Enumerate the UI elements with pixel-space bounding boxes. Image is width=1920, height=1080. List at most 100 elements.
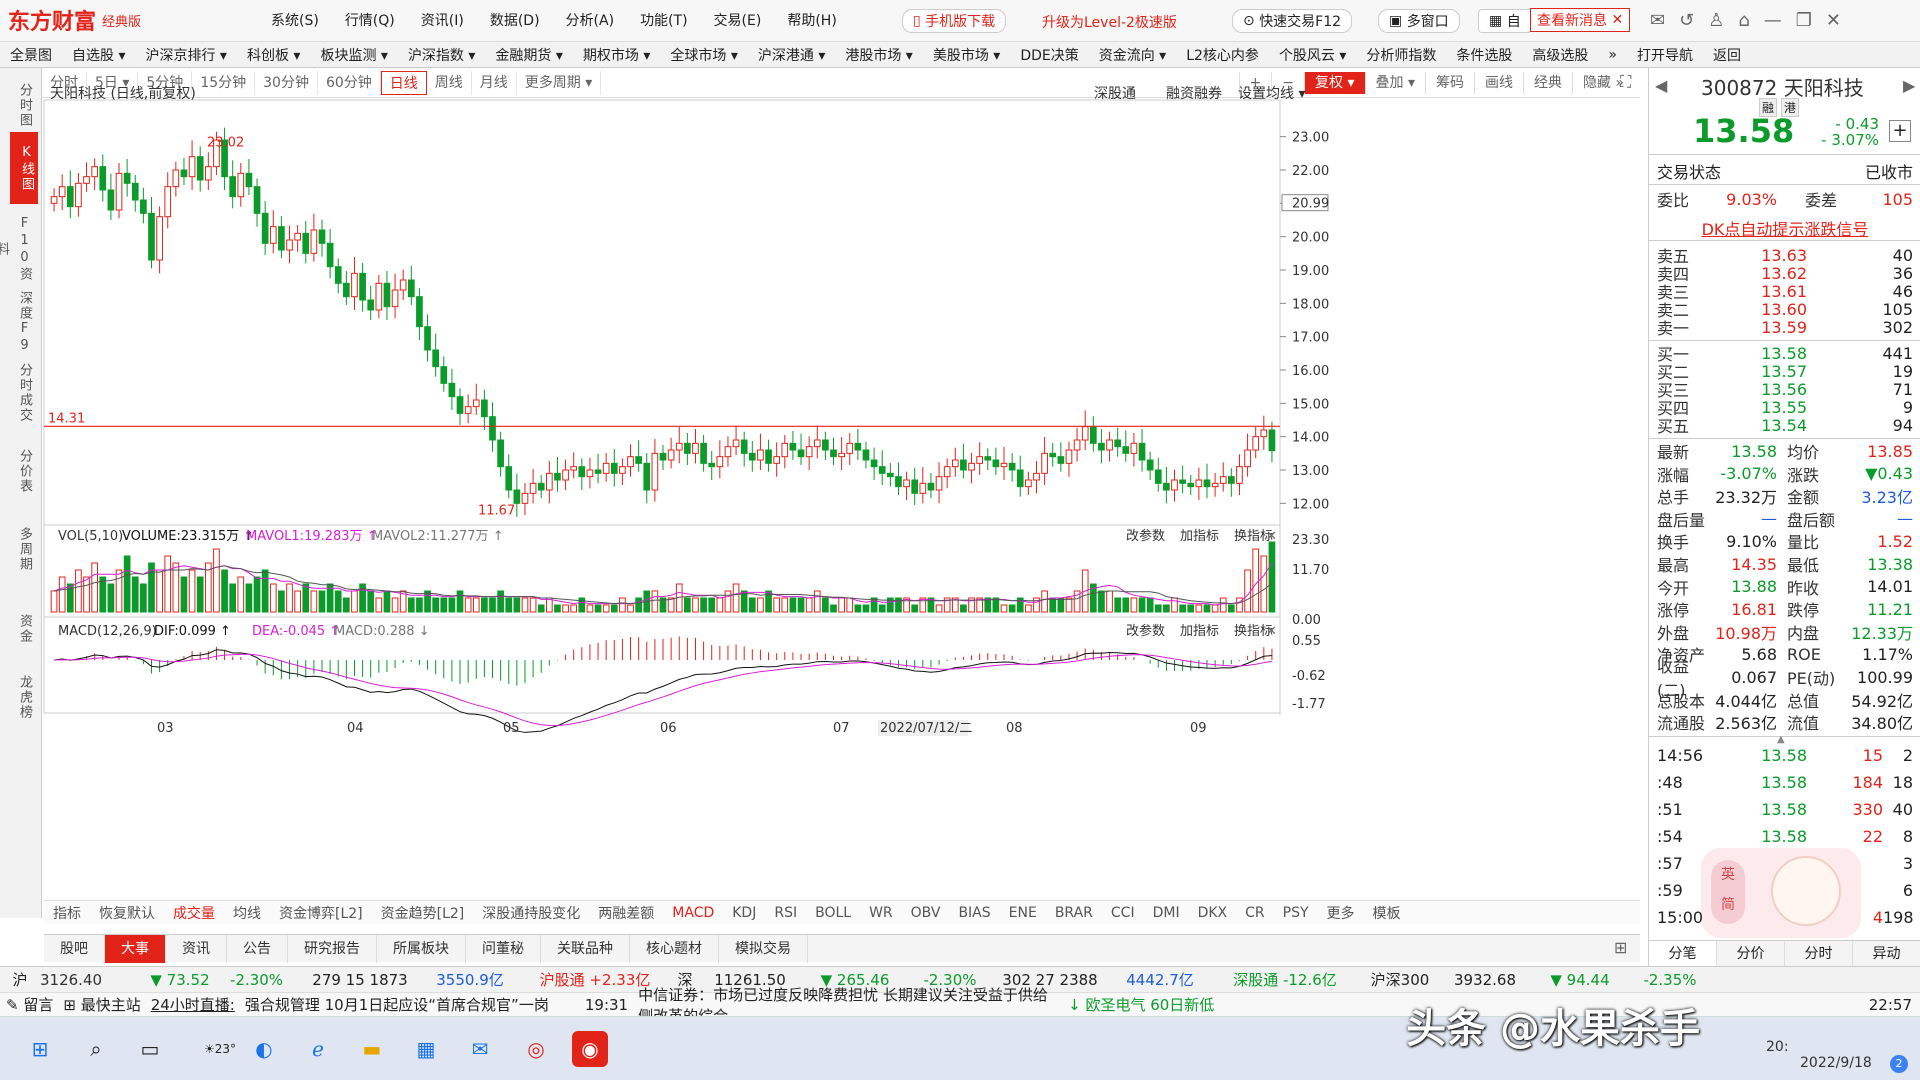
menu-item[interactable]: 交易(E) (701, 10, 775, 30)
period-tab[interactable]: 更多周期 ▾ (517, 70, 602, 95)
settings-icon[interactable]: ⌂ (1738, 10, 1749, 31)
chart-tool[interactable]: 经典 (1522, 72, 1572, 94)
nav-item[interactable]: 自选股 ▾ (62, 45, 135, 65)
upgrade-link[interactable]: 升级为Level-2极速版 (1042, 12, 1177, 32)
indicator-tab[interactable]: 均线 (224, 903, 270, 923)
nav-item[interactable]: DDE决策 (1010, 45, 1088, 65)
panel-close-icon[interactable]: ✕ (1266, 624, 1277, 639)
nav-item[interactable]: 期权市场 ▾ (573, 45, 660, 65)
menu-item[interactable]: 系统(S) (258, 10, 332, 30)
chart-tool[interactable]: 画线 (1473, 72, 1523, 94)
nav-item[interactable]: 条件选股 (1446, 45, 1522, 65)
nav-item[interactable]: 分析师指数 (1356, 45, 1446, 65)
chart-link[interactable]: 融资融券 (1166, 86, 1222, 102)
chart-link[interactable]: 深股通 (1094, 86, 1136, 102)
mobile-download-button[interactable]: ▯ 手机版下载 (902, 9, 1007, 33)
new-messages-button[interactable]: 查看新消息 ✕ (1530, 8, 1631, 32)
nav-item[interactable]: 金融期货 ▾ (485, 45, 572, 65)
indicator-tab[interactable]: PSY (1274, 905, 1318, 921)
chart-link[interactable]: 设置均线 ▾ (1238, 86, 1305, 102)
dk-signal-link[interactable]: DK点自动提示涨跌信号 (1649, 216, 1920, 240)
nav-item[interactable]: 资金流向 ▾ (1089, 45, 1176, 65)
left-tab[interactable]: 分价表 (6, 438, 36, 504)
search-icon[interactable]: ⌕ (78, 1031, 114, 1067)
left-tab[interactable]: 分时图 (6, 72, 36, 138)
indicator-tab[interactable]: BIAS (949, 905, 999, 921)
panel-link[interactable]: 加指标 (1180, 529, 1219, 544)
multi-window-button[interactable]: ▣ 多窗口 (1378, 9, 1460, 33)
ie-icon[interactable]: ℯ (300, 1031, 336, 1067)
nav-item[interactable]: 沪深京排行 ▾ (135, 45, 236, 65)
panel-toggle-icon[interactable]: ⊞ (1614, 938, 1627, 957)
bottom-tab[interactable]: 资讯 (166, 934, 227, 963)
bottom-tab[interactable]: 所属板块 (377, 934, 466, 963)
fast-trade-button[interactable]: ⊙ 快速交易F12 (1232, 9, 1353, 33)
bottom-tab[interactable]: 问董秘 (466, 934, 541, 963)
right-tab[interactable]: 异动 (1853, 941, 1920, 966)
bottom-tab[interactable]: 公告 (227, 934, 288, 963)
news-headline[interactable]: 强合规管理 10月1日起应设“首席合规官”一岗 (245, 994, 575, 1015)
left-tab[interactable]: F10资料 (0, 216, 36, 282)
panel-link[interactable]: 改参数 (1126, 623, 1165, 639)
left-tab[interactable]: 资金 (6, 596, 36, 662)
mail-app-icon[interactable]: ✉ (462, 1031, 498, 1067)
menu-item[interactable]: 行情(Q) (332, 10, 408, 30)
ask-row[interactable]: 卖一 13.59 302 (1657, 318, 1913, 339)
nav-item[interactable]: 沪深指数 ▾ (398, 45, 485, 65)
indicator-tab[interactable]: MACD (663, 905, 723, 921)
left-tab[interactable]: 分时成交 (6, 360, 36, 426)
indicator-tab[interactable]: 成交量 (164, 903, 224, 923)
kline-chart[interactable]: 天阳科技 (日线,前复权)23.0022.0021.0020.0019.0018… (43, 85, 1646, 900)
nav-item[interactable]: » (1598, 47, 1627, 63)
add-watchlist-icon[interactable]: + (1889, 120, 1911, 142)
close-window-icon[interactable]: ✕ (1826, 10, 1841, 31)
period-tab[interactable]: 30分钟 (255, 70, 318, 95)
menu-item[interactable]: 数据(D) (477, 10, 553, 30)
chart-tool[interactable]: 筹码 (1424, 72, 1474, 94)
panel-link[interactable]: 加指标 (1180, 624, 1219, 639)
bid-row[interactable]: 买五 13.54 94 (1657, 416, 1913, 437)
edge-icon[interactable]: ◐ (246, 1031, 282, 1067)
weather-icon[interactable]: ☀ 23° (190, 1031, 250, 1067)
task-view-icon[interactable]: ▭ (132, 1031, 168, 1067)
indicator-tab[interactable]: 资金趋势[L2] (372, 903, 474, 923)
indicator-tab[interactable]: ENE (1000, 905, 1046, 921)
indicator-tab[interactable]: CR (1236, 905, 1274, 921)
period-tab[interactable]: 60分钟 (318, 70, 381, 95)
next-stock-icon[interactable]: ▶ (1903, 76, 1915, 95)
bottom-tab[interactable]: 模拟交易 (719, 934, 808, 963)
restore-icon[interactable]: ❐ (1796, 10, 1812, 31)
nav-item[interactable]: 全球市场 ▾ (660, 45, 747, 65)
chart-tool[interactable]: 复权 ▾ (1304, 72, 1365, 94)
nav-item[interactable]: 个股风云 ▾ (1269, 45, 1356, 65)
left-tab[interactable]: 深度F9 (6, 290, 36, 356)
bottom-tab[interactable]: 研究报告 (288, 934, 377, 963)
chrome-icon[interactable]: ◎ (518, 1031, 554, 1067)
indicator-tab[interactable]: CCI (1102, 905, 1144, 921)
store-icon[interactable]: ▦ (408, 1031, 444, 1067)
period-tab[interactable]: 周线 (427, 70, 472, 95)
indicator-tab[interactable]: 恢复默认 (90, 903, 164, 923)
hs300-index[interactable]: 3932.68 (1440, 971, 1530, 989)
main-site-button[interactable]: ⊞ 最快主站 (63, 994, 140, 1015)
chart-tool[interactable]: 叠加 ▾ (1364, 72, 1425, 94)
indicator-tab[interactable]: RSI (765, 905, 806, 921)
self-select-button[interactable]: ▦ 自 (1478, 9, 1532, 33)
notification-badge[interactable]: 2 (1890, 1055, 1908, 1073)
left-tab[interactable]: 多周期 (6, 516, 36, 582)
nav-item[interactable]: 美股市场 ▾ (923, 45, 1010, 65)
right-tab[interactable]: 分笔 (1649, 941, 1717, 966)
indicator-tab[interactable]: WR (860, 905, 902, 921)
menu-item[interactable]: 分析(A) (553, 10, 628, 30)
indicator-tab[interactable]: KDJ (723, 905, 765, 921)
indicator-tab[interactable]: 资金博弈[L2] (270, 903, 372, 923)
indicator-tab[interactable]: OBV (902, 905, 950, 921)
menu-item[interactable]: 帮助(H) (774, 10, 849, 30)
indicator-tab[interactable]: 模板 (1364, 903, 1410, 923)
live-link[interactable]: 24小时直播: (151, 994, 235, 1015)
message-button[interactable]: ✎ 留言 (6, 994, 53, 1015)
panel-close-icon[interactable]: ✕ (1266, 529, 1277, 544)
sh-index[interactable]: 3126.40 (40, 971, 130, 989)
nav-item[interactable]: 返回 (1703, 45, 1751, 65)
stock-alert[interactable]: ↓ 欧圣电气 60日新低 (1068, 994, 1214, 1015)
